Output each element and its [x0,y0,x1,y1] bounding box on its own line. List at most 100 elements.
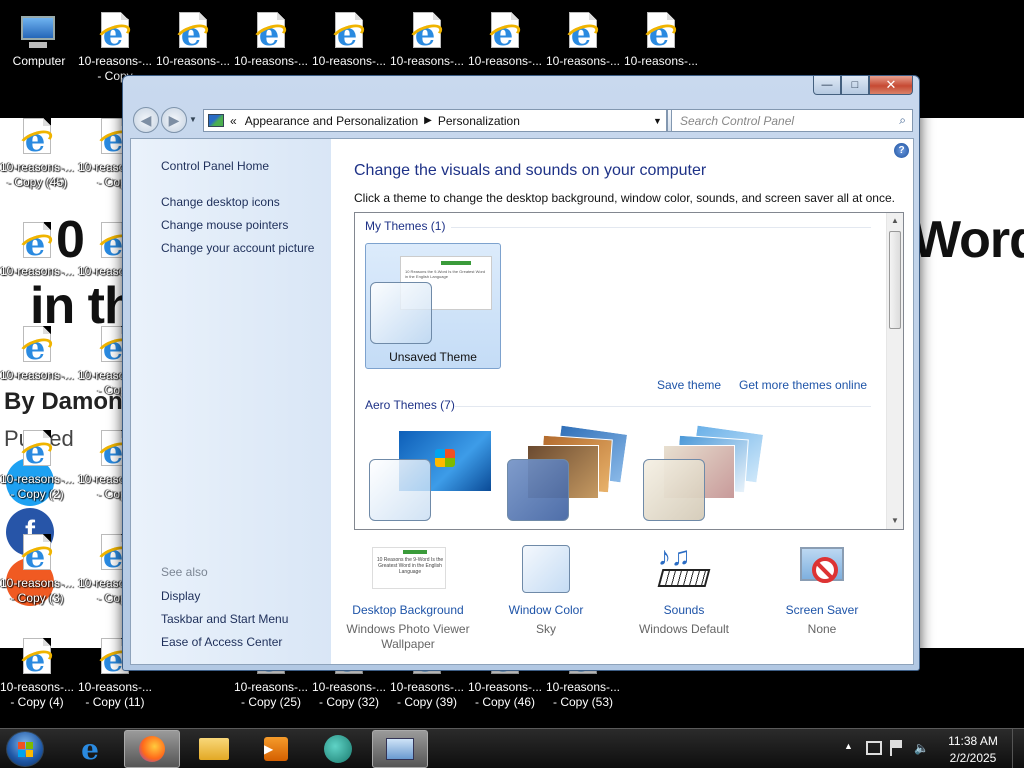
maximize-button[interactable]: □ [841,76,869,95]
scroll-up-icon[interactable]: ▲ [887,213,903,229]
sounds-link[interactable]: Sounds [615,603,753,617]
internet-explorer-icon: e [17,222,55,264]
desktop-shortcut[interactable]: e 10-reasons-... [622,4,700,74]
my-themes-header[interactable]: My Themes (1) [365,219,445,233]
desktop-shortcut[interactable]: e 10-reasons-... [0,214,76,284]
theme-list[interactable]: My Themes (1) 10 Reasons the 9-Word Is t… [354,212,904,530]
windows-logo-icon [435,449,455,467]
forward-button[interactable]: ▶ [161,107,187,133]
aero-theme-architecture[interactable] [505,423,641,529]
desktop-icon-label: 10-reasons-... [0,264,75,278]
window-color-item[interactable]: Window Color Sky [477,543,615,637]
window-client-area: Control Panel Home Change desktop icons … [130,138,914,665]
change-desktop-icons-link[interactable]: Change desktop icons [161,195,280,209]
internet-explorer-icon: e [95,12,133,54]
action-center-flag-icon[interactable] [890,740,904,756]
desktop-shortcut[interactable]: e 10-reasons-... [544,4,622,74]
change-mouse-pointers-link[interactable]: Change mouse pointers [161,218,288,232]
desktop-shortcut[interactable]: e 10-reasons-... [232,4,310,74]
left-task-pane: Control Panel Home Change desktop icons … [131,139,331,664]
network-icon[interactable] [866,741,882,755]
no-symbol-slash [814,560,834,580]
close-button[interactable]: ✕ [869,76,913,95]
aero-themes-header[interactable]: Aero Themes (7) [365,398,455,412]
theme-list-scrollbar[interactable]: ▲ ▼ [886,213,903,529]
internet-explorer-icon: e [251,12,289,54]
screen-saver-item[interactable]: Screen Saver None [753,543,891,637]
no-symbol [812,557,838,583]
internet-explorer-icon: e [485,12,523,54]
thumbnail-banner [441,261,471,265]
taskbar-start-menu-link[interactable]: Taskbar and Start Menu [161,612,288,626]
desktop-shortcut[interactable]: e 10-reasons-... [310,4,388,74]
desktop-icon-label: 10-reasons-... - Copy (39) [389,680,465,709]
desktop-icon-label: 10-reasons-... [623,54,699,68]
scrollbar-thumb[interactable] [889,231,901,329]
desktop-shortcut[interactable]: e 10-reasons-... [388,4,466,74]
help-icon[interactable]: ? [894,143,909,158]
window-color-swatch [369,459,431,521]
desktop-icon-label: 10-reasons-... - Copy (53) [545,680,621,709]
desktop-background-item[interactable]: 10 Reasons the 9-Word Is the Greatest Wo… [339,543,477,652]
display-link[interactable]: Display [161,589,200,603]
window-color-value: Sky [535,622,556,636]
clock-time[interactable]: 11:38 AM [938,733,1008,749]
aero-theme-characters[interactable] [641,423,777,529]
volume-muted-icon[interactable]: 🔈 [914,741,930,757]
media-player-icon: ▶ [264,737,288,761]
ease-of-access-link[interactable]: Ease of Access Center [161,635,282,649]
minimize-button[interactable]: — [813,76,841,95]
sounds-value: Windows Default [638,622,730,636]
taskbar: e ▶ ▲ 🔈 11:38 AM 2/2/2025 [0,728,1024,768]
aero-theme-windows7[interactable] [367,423,503,529]
recent-pages-chevron-icon[interactable]: ▼ [189,115,197,124]
preview-text: 10 Reasons the 9-Word Is the Greatest Wo… [376,557,444,575]
clock-date[interactable]: 2/2/2025 [938,750,1008,766]
personalization-window: — □ ✕ ◀ ▶ ▼ « Appearance and Personaliza… [122,75,920,671]
address-overflow-chevrons[interactable]: « [230,114,237,128]
get-more-themes-link[interactable]: Get more themes online [739,378,867,392]
desktop-shortcut[interactable]: e 10-reasons-... - Copy (45) [0,110,76,189]
desktop-shortcut[interactable]: e 10-reasons-... [154,4,232,74]
search-input[interactable]: Search Control Panel ⌕ [671,109,913,132]
sounds-item[interactable]: ♪♫ Sounds Windows Default [615,543,753,637]
desktop-shortcut[interactable]: e 10-reasons-... [466,4,544,74]
window-color-link[interactable]: Window Color [477,603,615,617]
breadcrumb-personalization[interactable]: Personalization [438,114,520,128]
back-button[interactable]: ◀ [133,107,159,133]
taskbar-file-explorer[interactable] [186,730,242,768]
taskbar-internet-explorer[interactable]: e [62,730,118,768]
see-also-heading: See also [161,565,208,579]
address-dropdown-icon[interactable]: ▼ [648,115,666,126]
desktop-icon-label: 10-reasons-... [233,54,309,68]
desktop-shortcut[interactable]: e 10-reasons-... - Copy (4) [0,630,76,709]
control-panel-icon [208,114,224,127]
show-desktop-button[interactable] [1012,729,1024,768]
computer-desktop-icon[interactable]: Computer [0,4,78,74]
change-account-picture-link[interactable]: Change your account picture [161,241,314,255]
taskbar-media-player[interactable]: ▶ [248,730,304,768]
unsaved-theme-tile[interactable]: 10 Reasons the 9-Word Is the Greatest Wo… [365,243,501,369]
desktop-icon-label: 10-reasons-... - Copy (3) [0,576,75,605]
address-bar[interactable]: « Appearance and Personalization ▶ Perso… [203,109,667,132]
taskbar-firefox[interactable] [124,730,180,768]
screen-saver-link[interactable]: Screen Saver [753,603,891,617]
desktop-shortcut[interactable]: e 10-reasons-... - Copy (3) [0,526,76,605]
internet-explorer-icon: e [407,12,445,54]
search-icon[interactable]: ⌕ [899,113,906,128]
save-theme-link[interactable]: Save theme [657,378,721,392]
desktop-shortcut[interactable]: e 10-reasons-... - Copy (2) [0,422,76,501]
desktop-shortcut[interactable]: e 10-reasons-... - Copy [76,4,154,83]
desktop-icon-label: 10-reasons-... - Copy (25) [233,680,309,709]
taskbar-app[interactable] [310,730,366,768]
desktop-background-link[interactable]: Desktop Background [339,603,477,617]
desktop-shortcut[interactable]: e 10-reasons-... [0,318,76,388]
internet-explorer-icon: e [17,430,55,472]
start-button[interactable] [6,731,44,767]
control-panel-home-link[interactable]: Control Panel Home [161,159,269,173]
scroll-down-icon[interactable]: ▼ [887,513,903,529]
breadcrumb-appearance[interactable]: Appearance and Personalization [245,114,418,128]
show-hidden-icons-button[interactable]: ▲ [844,741,853,751]
taskbar-control-panel[interactable] [372,730,428,768]
breadcrumb-separator-icon[interactable]: ▶ [424,115,432,126]
